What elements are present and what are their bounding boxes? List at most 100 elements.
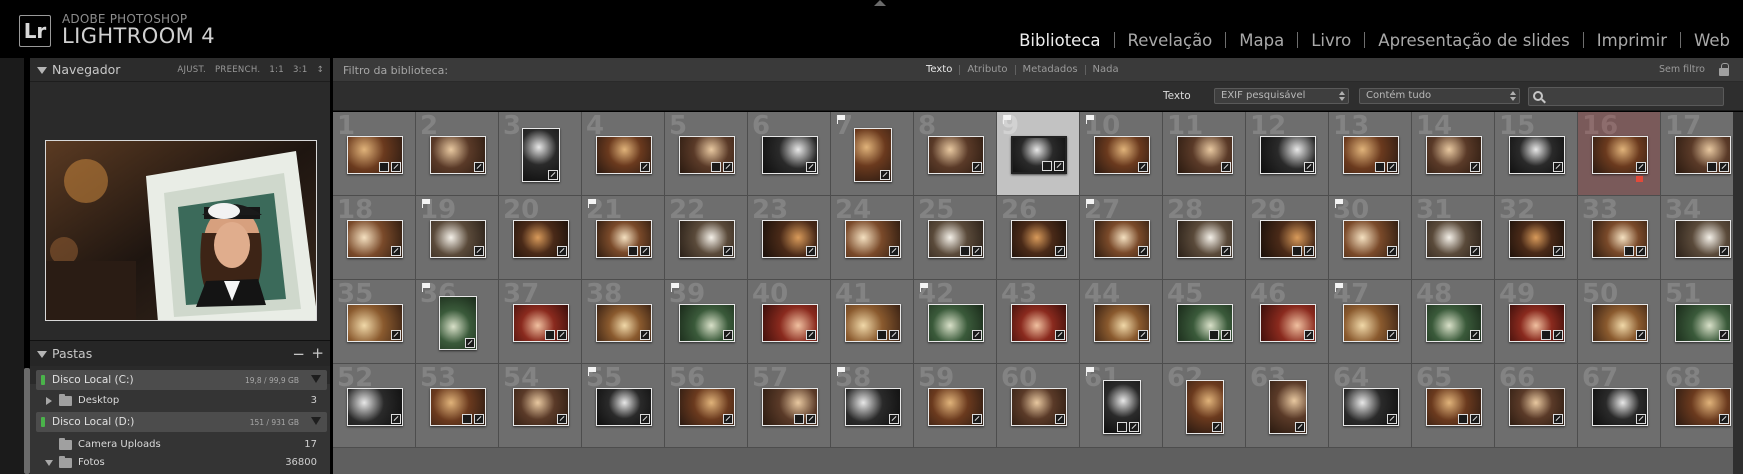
edited-badge-icon[interactable] [556, 414, 567, 424]
pick-flag-icon[interactable] [422, 283, 431, 292]
photo-thumbnail[interactable] [595, 220, 652, 258]
photo-thumbnail[interactable] [678, 220, 735, 258]
photo-thumbnail[interactable] [678, 304, 735, 342]
volume-menu-arrow-icon[interactable] [311, 375, 321, 383]
photo-thumbnail[interactable] [1508, 388, 1565, 426]
edited-badge-icon[interactable] [1054, 414, 1065, 424]
photo-thumbnail[interactable] [346, 304, 403, 342]
edited-badge-icon[interactable] [722, 246, 733, 256]
grid-cell[interactable]: 28 [1163, 196, 1246, 280]
pick-flag-icon[interactable] [1086, 115, 1095, 124]
photo-thumbnail[interactable] [761, 220, 818, 258]
grid-cell[interactable]: 13 [1329, 112, 1412, 196]
photo-thumbnail[interactable] [1425, 220, 1482, 258]
edited-badge-icon[interactable] [879, 170, 890, 180]
grid-cell[interactable]: 52 [333, 364, 416, 448]
lock-icon[interactable] [1719, 63, 1729, 76]
crop-badge-icon[interactable] [710, 162, 721, 172]
navigator-photo[interactable] [45, 140, 317, 321]
folder-fotos[interactable]: Fotos 36800 [36, 454, 327, 472]
grid-cell[interactable]: 56 [665, 364, 748, 448]
photo-thumbnail[interactable] [927, 220, 984, 258]
photo-thumbnail[interactable] [1093, 304, 1150, 342]
edited-badge-icon[interactable] [805, 162, 816, 172]
edited-badge-icon[interactable] [1220, 162, 1231, 172]
crop-badge-icon[interactable] [1208, 330, 1219, 340]
grid-cell[interactable]: 29 [1246, 196, 1329, 280]
grid-cell[interactable]: 4 [582, 112, 665, 196]
edited-badge-icon[interactable] [971, 414, 982, 424]
photo-thumbnail[interactable] [1591, 136, 1648, 174]
expand-triangle-icon[interactable] [46, 397, 52, 405]
grid-cell[interactable]: 50 [1578, 280, 1661, 364]
zoom-fill-option[interactable]: PREENCH. [215, 65, 260, 75]
grid-cell[interactable]: 53 [416, 364, 499, 448]
edited-badge-icon[interactable] [1054, 330, 1065, 340]
volume-menu-arrow-icon[interactable] [311, 417, 321, 425]
edited-badge-icon[interactable] [1128, 422, 1139, 432]
grid-cell[interactable]: 51 [1661, 280, 1743, 364]
grid-cell[interactable]: 64 [1329, 364, 1412, 448]
edited-badge-icon[interactable] [390, 414, 401, 424]
edited-badge-icon[interactable] [805, 330, 816, 340]
grid-cell[interactable]: 26 [997, 196, 1080, 280]
pick-flag-icon[interactable] [671, 283, 680, 292]
edited-badge-icon[interactable] [971, 246, 982, 256]
photo-thumbnail[interactable] [853, 128, 892, 182]
grid-cell[interactable]: 33 [1578, 196, 1661, 280]
grid-cell[interactable]: 32 [1495, 196, 1578, 280]
edited-badge-icon[interactable] [1718, 246, 1729, 256]
edited-badge-icon[interactable] [722, 162, 733, 172]
edited-badge-icon[interactable] [805, 246, 816, 256]
grid-cell[interactable]: 22 [665, 196, 748, 280]
crop-badge-icon[interactable] [1706, 162, 1717, 172]
photo-thumbnail[interactable] [761, 136, 818, 174]
photo-thumbnail[interactable] [512, 388, 569, 426]
edited-badge-icon[interactable] [1220, 246, 1231, 256]
photo-thumbnail[interactable] [1425, 304, 1482, 342]
crop-badge-icon[interactable] [876, 330, 887, 340]
photo-thumbnail[interactable] [1591, 304, 1648, 342]
grid-scrollbar[interactable] [1733, 112, 1743, 474]
photo-thumbnail[interactable] [927, 388, 984, 426]
photo-thumbnail[interactable] [1508, 304, 1565, 342]
edited-badge-icon[interactable] [556, 246, 567, 256]
photo-thumbnail[interactable] [1674, 304, 1731, 342]
edited-badge-icon[interactable] [390, 330, 401, 340]
folders-header[interactable]: Pastas − + [30, 340, 330, 366]
photo-thumbnail[interactable] [595, 304, 652, 342]
pick-flag-icon[interactable] [1335, 283, 1344, 292]
crop-badge-icon[interactable] [1374, 162, 1385, 172]
photo-thumbnail[interactable] [1674, 220, 1731, 258]
edited-badge-icon[interactable] [722, 330, 733, 340]
collapse-triangle-icon[interactable] [45, 460, 53, 466]
edited-badge-icon[interactable] [1635, 414, 1646, 424]
photo-thumbnail[interactable] [429, 388, 486, 426]
module-tab-livro[interactable]: Livro [1298, 31, 1364, 50]
text-filter-search-input[interactable] [1528, 87, 1724, 106]
zoom-fit-option[interactable]: AJUST. [177, 65, 206, 75]
photo-thumbnail[interactable] [927, 304, 984, 342]
photo-thumbnail[interactable] [512, 220, 569, 258]
edited-badge-icon[interactable] [639, 414, 650, 424]
photo-thumbnail[interactable] [429, 220, 486, 258]
grid-cell[interactable]: 65 [1412, 364, 1495, 448]
photo-thumbnail[interactable] [1268, 380, 1307, 434]
pick-flag-icon[interactable] [837, 115, 846, 124]
photo-thumbnail[interactable] [1176, 304, 1233, 342]
grid-cell[interactable]: 48 [1412, 280, 1495, 364]
edited-badge-icon[interactable] [1294, 422, 1305, 432]
grid-cell[interactable]: 15 [1495, 112, 1578, 196]
edited-badge-icon[interactable] [1469, 414, 1480, 424]
searchable-field-select[interactable]: EXIF pesquisável [1214, 88, 1349, 104]
photo-thumbnail[interactable] [1508, 136, 1565, 174]
search-icon[interactable] [1533, 91, 1543, 101]
zoom-custom-option[interactable]: 3:1 [293, 65, 308, 75]
edited-badge-icon[interactable] [1469, 330, 1480, 340]
module-tab-biblioteca[interactable]: Biblioteca [1006, 31, 1113, 50]
grid-cell[interactable]: 6 [748, 112, 831, 196]
grid-cell[interactable]: 24 [831, 196, 914, 280]
photo-thumbnail[interactable] [844, 388, 901, 426]
edited-badge-icon[interactable] [556, 330, 567, 340]
navigator-header[interactable]: Navegador AJUST. PREENCH. 1:1 3:1 ↕ [30, 58, 330, 82]
